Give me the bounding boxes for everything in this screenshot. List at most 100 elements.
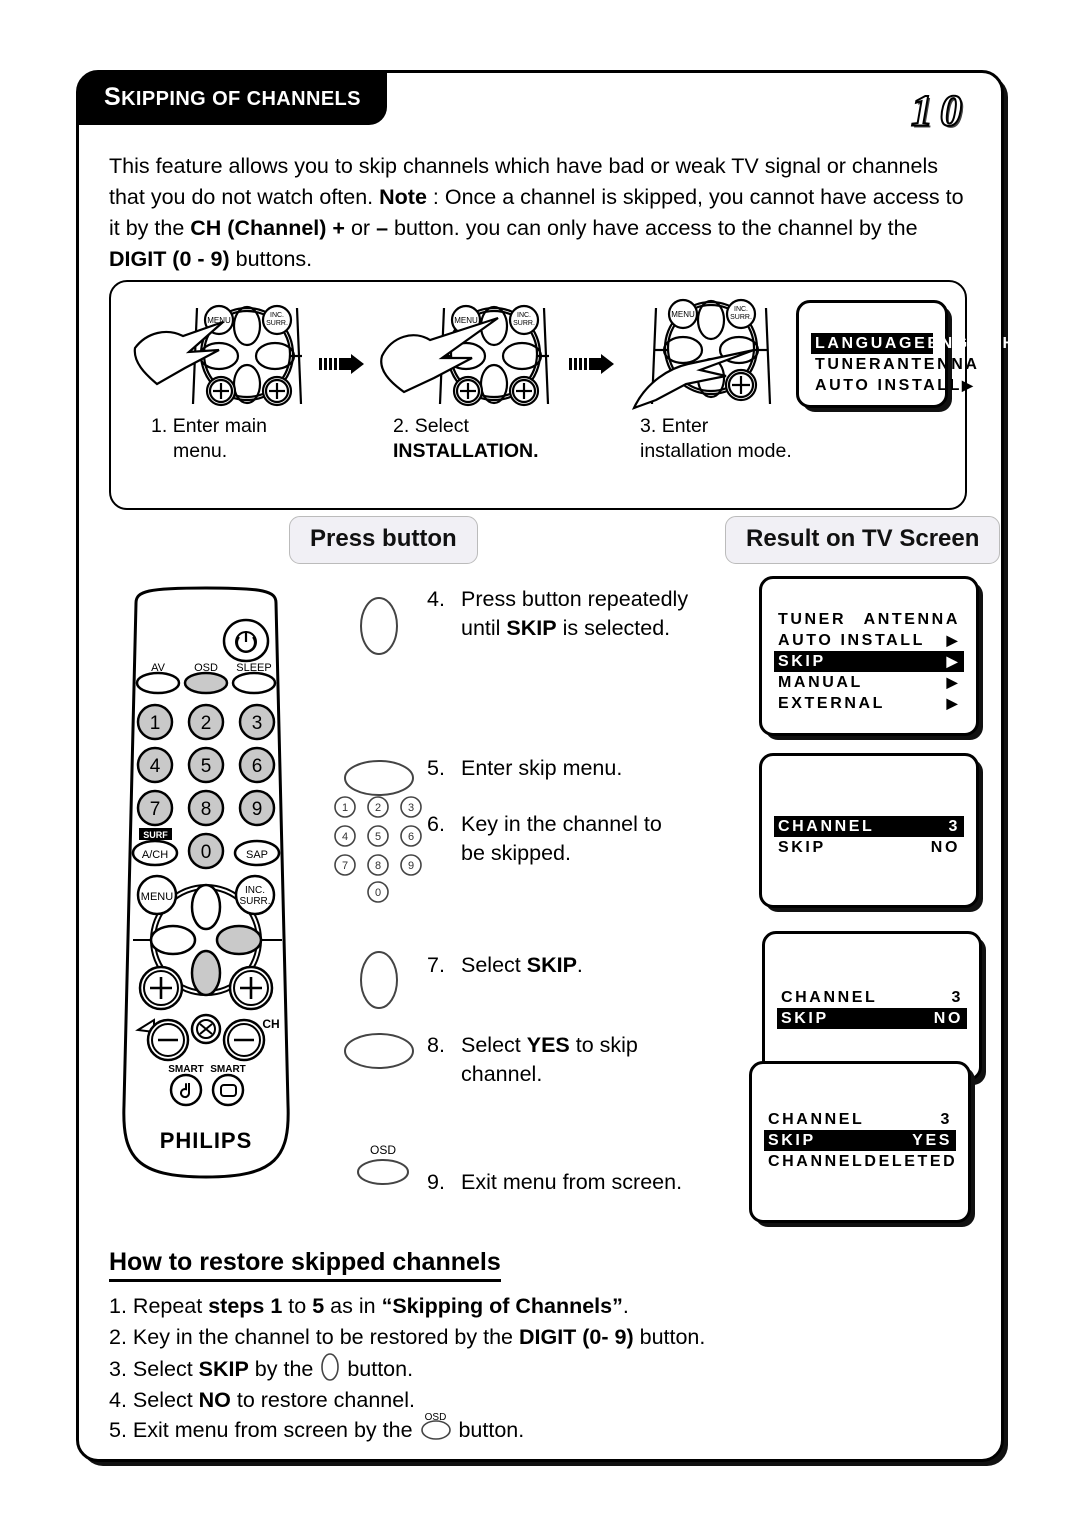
osd-value: ENGLISH xyxy=(927,335,1017,352)
cursor-up-glyph-icon[interactable] xyxy=(351,591,407,661)
av-button[interactable] xyxy=(135,671,181,695)
restore-item-4: 4. Select NO to restore channel. xyxy=(109,1385,959,1416)
osd-row: LANGUAGE ENGLISH xyxy=(811,333,1014,354)
volume-plus-button[interactable] xyxy=(138,965,184,1011)
osd-value: YES xyxy=(912,1132,952,1149)
cursor-right-button[interactable] xyxy=(215,924,263,956)
osd-row: CHANNEL 3 xyxy=(777,987,967,1008)
osd-row: AUTO INSTALL ▶ xyxy=(811,375,973,396)
restore-5-num: 5. xyxy=(109,1418,127,1442)
kp-5: 5 xyxy=(375,831,381,843)
setup-step-2-caption: 2. Select INSTALLATION. xyxy=(369,414,569,464)
kp-2: 2 xyxy=(375,802,381,814)
remote-control-illustration: AV OSD SLEEP 1 2 3 4 5 6 7 8 9 SURF A/CH… xyxy=(106,585,306,1195)
page-title-initial: S xyxy=(104,83,122,111)
smart-picture-button[interactable] xyxy=(211,1073,245,1107)
cursor-up-button[interactable] xyxy=(190,883,222,931)
restore-4-b1: NO xyxy=(198,1387,231,1412)
power-button[interactable] xyxy=(222,618,270,663)
surf-label: SURF xyxy=(143,830,168,840)
osd-label: LANGUAGE xyxy=(815,335,928,352)
osd-label: MANUAL xyxy=(778,674,863,691)
cursor-up-glyph-icon[interactable] xyxy=(319,1352,341,1382)
step-8-bold: YES xyxy=(526,1033,570,1057)
osd-label: CHANNEL xyxy=(768,1111,865,1128)
cursor-up-glyph-icon[interactable] xyxy=(351,945,407,1015)
cursor-left-button[interactable] xyxy=(149,924,197,956)
kp-3: 3 xyxy=(408,802,414,814)
intro-part4: or xyxy=(344,216,377,240)
digit-keypad[interactable]: 1 2 3 4 5 6 7 8 9 xyxy=(136,703,276,827)
digit-keys-glyph-icon[interactable]: 1 2 3 4 5 6 7 8 9 0 xyxy=(331,795,427,905)
surr-key-label: SURR. xyxy=(513,320,535,327)
osd-glyph-shape xyxy=(420,1420,451,1440)
smart-sound-label: SMART xyxy=(168,1064,204,1075)
intro-digit-label: DIGIT (0 - 9) xyxy=(109,247,230,271)
flow-arrow-2-icon xyxy=(569,354,614,374)
restore-4-num: 4. xyxy=(109,1387,127,1412)
digit-2-label: 2 xyxy=(201,713,212,734)
channel-plus-button[interactable] xyxy=(228,965,274,1011)
menu-key-label: MENU xyxy=(671,310,695,319)
osd-button[interactable] xyxy=(183,671,229,695)
tv-screen-skip-no: CHANNEL 3 SKIP NO xyxy=(762,931,982,1081)
step1-illustration: MENU INC. SURR. xyxy=(127,296,317,414)
volume-minus-button[interactable] xyxy=(146,1018,190,1062)
osd-label: CHANNEL xyxy=(778,818,875,835)
restore-item-1: 1. Repeat steps 1 to 5 as in “Skipping o… xyxy=(109,1291,959,1322)
brand-logo: PHILIPS xyxy=(160,1128,253,1153)
restore-3-b1: SKIP xyxy=(198,1357,249,1381)
osd-label: CHANNEL xyxy=(768,1153,865,1170)
setup-step-3-line2: installation mode. xyxy=(640,440,792,462)
cursor-down-button[interactable] xyxy=(190,949,222,997)
tv-screen-channel-no: CHANNEL 3 SKIP NO xyxy=(759,753,979,908)
osd-value: DELETED xyxy=(864,1153,958,1170)
restore-2-b1: DIGIT (0- 9) xyxy=(518,1324,634,1349)
cursor-right-glyph-icon[interactable] xyxy=(341,1028,417,1074)
instruction-step-5: 5. Enter skip menu. xyxy=(427,754,727,783)
smart-sound-button[interactable] xyxy=(169,1073,203,1107)
restore-1-a: Repeat xyxy=(126,1294,209,1318)
smart-picture-label: SMART xyxy=(210,1064,246,1075)
kp-7: 7 xyxy=(342,860,348,872)
step-7-text: Select SKIP. xyxy=(461,951,727,980)
mute-button[interactable] xyxy=(190,1013,222,1045)
digit-9-label: 9 xyxy=(252,799,263,820)
osd-value: ANTENNA xyxy=(883,356,980,373)
arrow-right-icon: ▶ xyxy=(946,695,960,711)
osd-row: TUNER ANTENNA xyxy=(811,354,977,375)
restore-2-num: 2. xyxy=(109,1324,127,1349)
osd-row: CHANNEL DELETED xyxy=(764,1151,956,1172)
sleep-button[interactable] xyxy=(231,671,277,695)
step-7-a: Select xyxy=(461,953,527,977)
step3-illustration: MENU INC. SURR. xyxy=(616,296,806,414)
restore-1-b3: “Skipping of Channels” xyxy=(381,1294,623,1318)
step-8-line2: channel. xyxy=(461,1062,543,1086)
result-on-tv-banner: Result on TV Screen xyxy=(725,516,1001,564)
step-4-text: Press button repeatedly until SKIP is se… xyxy=(461,585,727,643)
osd-row: CHANNEL 3 xyxy=(774,816,964,837)
instruction-step-7: 7. Select SKIP. xyxy=(427,951,727,980)
step-8-text: Select YES to skip channel. xyxy=(461,1031,727,1089)
restore-1-num: 1. xyxy=(109,1294,127,1318)
osd-label: SKIP xyxy=(768,1132,816,1149)
page-title-rest: KIPPING OF CHANNELS xyxy=(121,88,361,110)
restore-section-title: How to restore skipped channels xyxy=(109,1248,501,1282)
restore-1-b2: 5 xyxy=(312,1294,325,1318)
osd-value: NO xyxy=(933,1010,963,1027)
channel-minus-button[interactable] xyxy=(222,1018,266,1062)
digit-0-label: 0 xyxy=(201,842,212,863)
osd-glyph-icon[interactable]: OSD xyxy=(351,1143,415,1193)
step2-illustration: MENU INC. SURR. xyxy=(369,296,569,414)
osd-label: AUTO INSTALL xyxy=(778,632,926,649)
osd-label: EXTERNAL xyxy=(778,695,886,712)
osd-label: AUTO INSTALL xyxy=(815,377,963,394)
setup-step-2-line1: Select xyxy=(414,415,469,437)
inc-key-label: INC. xyxy=(270,312,284,319)
surr-key-label: SURR. xyxy=(730,314,752,321)
step-6-text: Key in the channel to be skipped. xyxy=(461,810,737,868)
inc-label: INC. xyxy=(245,885,265,896)
restore-3-c: by the xyxy=(248,1357,320,1381)
osd-glyph-label: OSD xyxy=(369,1143,396,1157)
osd-glyph-icon[interactable]: OSD xyxy=(419,1412,453,1443)
